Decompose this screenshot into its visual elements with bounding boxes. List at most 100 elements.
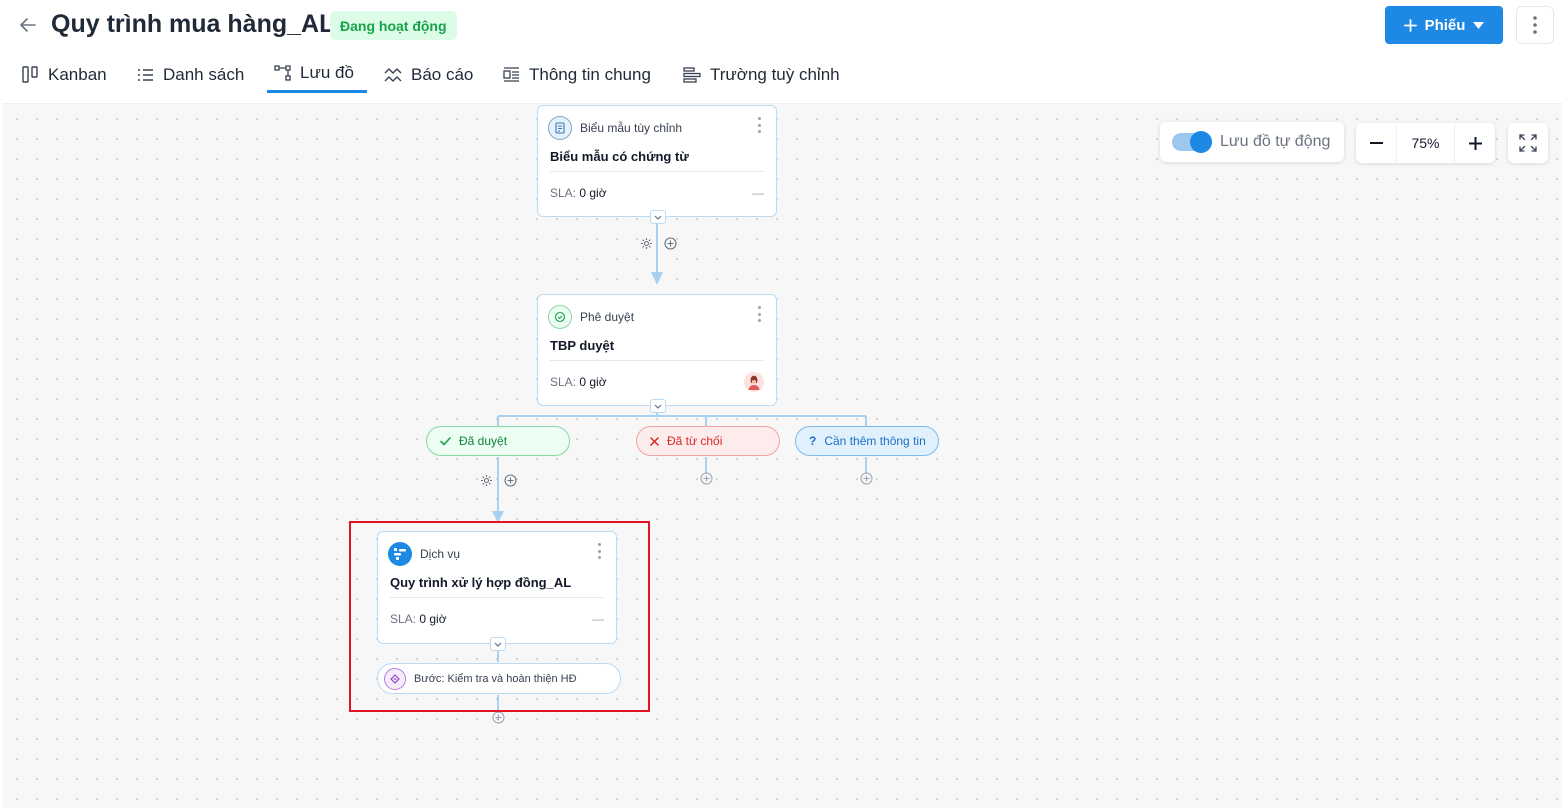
node-header: Dịch vụ xyxy=(388,542,460,566)
chevron-down-icon xyxy=(654,215,662,220)
node-approval[interactable]: Phê duyệt TBP duyệt SLA: 0 giờ xyxy=(537,294,777,413)
node-sla: SLA: 0 giờ xyxy=(550,375,607,389)
back-button[interactable] xyxy=(14,12,42,38)
tab-flowchart[interactable]: Lưu đồ xyxy=(267,56,367,93)
kanban-icon xyxy=(22,66,38,83)
question-icon: ? xyxy=(809,434,817,448)
plus-icon xyxy=(1403,18,1417,32)
tab-label: Danh sách xyxy=(163,64,245,84)
node-divider xyxy=(550,360,764,361)
node-sla: SLA: 0 giờ xyxy=(550,186,607,200)
branch-approved[interactable]: Đã duyệt xyxy=(426,426,570,456)
toggle-knob xyxy=(1190,131,1212,153)
report-icon xyxy=(384,67,402,82)
tab-kanban[interactable]: Kanban xyxy=(22,56,107,93)
add-step-button-rejected[interactable] xyxy=(698,470,714,486)
tab-label: Thông tin chung xyxy=(529,64,651,84)
vertical-dots-icon xyxy=(1533,16,1537,34)
zoom-level: 75% xyxy=(1396,123,1455,163)
tab-list[interactable]: Danh sách xyxy=(137,56,244,93)
collapse-toggle[interactable] xyxy=(490,637,506,651)
branch-label: Đã duyệt xyxy=(459,434,508,448)
flowchart-canvas[interactable]: Biểu mẫu tùy chỉnh Biểu mẫu có chứng từ … xyxy=(2,103,1562,808)
node-service[interactable]: Dịch vụ Quy trình xử lý hợp đồng_AL SLA:… xyxy=(377,531,617,651)
add-step-button[interactable] xyxy=(662,235,678,251)
branch-label: Cần thêm thông tin xyxy=(824,434,926,448)
collapse-toggle[interactable] xyxy=(650,210,666,224)
gear-icon xyxy=(640,237,652,249)
caret-down-icon xyxy=(1473,21,1485,29)
list-icon xyxy=(138,68,153,81)
close-icon xyxy=(650,436,659,446)
zoom-controls: 75% xyxy=(1356,123,1495,163)
node-type: Phê duyệt xyxy=(580,310,635,324)
node-name: Biểu mẫu có chứng từ xyxy=(550,149,689,164)
arrow-left-icon xyxy=(20,18,36,32)
plus-circle-icon xyxy=(492,711,504,723)
node-menu-button[interactable] xyxy=(752,115,766,135)
branch-need-info[interactable]: ? Cần thêm thông tin xyxy=(795,426,939,456)
minus-icon xyxy=(1369,142,1383,144)
fit-view-button[interactable] xyxy=(1508,123,1548,163)
node-menu-button[interactable] xyxy=(592,541,606,561)
approval-check-icon xyxy=(548,305,572,329)
node-name: TBP duyệt xyxy=(550,338,615,353)
plus-circle-icon xyxy=(860,472,872,484)
node-type: Dịch vụ xyxy=(420,547,461,561)
node-divider xyxy=(390,597,604,598)
node-type: Biểu mẫu tùy chỉnh xyxy=(580,121,683,135)
gear-icon xyxy=(480,474,492,486)
zoom-out-button[interactable] xyxy=(1356,123,1396,163)
node-settings-button[interactable] xyxy=(638,235,654,251)
view-tabs: Kanban Danh sách Lưu đồ Báo cáo Thông ti… xyxy=(0,56,1562,96)
plus-icon xyxy=(1468,136,1482,150)
tab-report[interactable]: Báo cáo xyxy=(384,56,473,93)
node-sla: SLA: 0 giờ xyxy=(390,612,447,626)
avatar[interactable] xyxy=(744,372,764,392)
collapse-toggle[interactable] xyxy=(650,399,666,413)
new-ticket-label: Phiếu xyxy=(1424,16,1466,34)
info-icon xyxy=(503,67,519,82)
tab-custom-fields[interactable]: Trường tuỳ chỉnh xyxy=(683,56,840,93)
chevron-down-icon xyxy=(654,404,662,409)
flowchart-icon xyxy=(274,65,291,81)
node-name: Quy trình xử lý hợp đồng_AL xyxy=(390,575,572,590)
plus-circle-icon xyxy=(503,473,517,487)
node-assignee: — xyxy=(752,186,764,200)
custom-fields-icon xyxy=(683,66,701,83)
tab-label: Lưu đồ xyxy=(300,63,354,82)
node-form[interactable]: Biểu mẫu tùy chỉnh Biểu mẫu có chứng từ … xyxy=(537,105,777,224)
flow-connectors xyxy=(492,224,867,713)
step-label: Bước: Kiểm tra và hoàn thiện HĐ xyxy=(414,672,577,685)
tab-general-info[interactable]: Thông tin chung xyxy=(503,56,651,93)
page-title: Quy trình mua hàng_AL xyxy=(51,10,335,38)
branch-settings-button[interactable] xyxy=(478,472,494,488)
add-step-button[interactable] xyxy=(502,472,518,488)
step-icon xyxy=(384,667,406,690)
service-step[interactable]: Bước: Kiểm tra và hoàn thiện HĐ xyxy=(377,663,621,694)
node-menu-button[interactable] xyxy=(752,304,766,324)
user-avatar-icon xyxy=(748,375,760,390)
tab-label: Kanban xyxy=(48,64,107,84)
add-step-button-need-info[interactable] xyxy=(858,470,874,486)
plus-circle-icon xyxy=(700,472,712,484)
add-step-button-service[interactable] xyxy=(490,709,506,725)
status-badge: Đang hoạt động xyxy=(330,11,457,40)
auto-flow-toggle[interactable] xyxy=(1172,131,1212,153)
branch-rejected[interactable]: Đã từ chối xyxy=(636,426,780,456)
more-options-button[interactable] xyxy=(1516,6,1554,44)
chevron-down-icon xyxy=(494,642,502,647)
check-icon xyxy=(440,436,451,446)
expand-icon xyxy=(1519,134,1537,152)
node-assignee: — xyxy=(592,612,604,626)
tab-label: Trường tuỳ chỉnh xyxy=(710,64,840,84)
node-divider xyxy=(550,171,764,172)
form-icon xyxy=(548,116,572,140)
node-header: Phê duyệt xyxy=(548,305,634,329)
service-icon xyxy=(388,542,412,566)
node-header: Biểu mẫu tùy chỉnh xyxy=(548,116,682,140)
zoom-in-button[interactable] xyxy=(1455,123,1495,163)
new-ticket-button[interactable]: Phiếu xyxy=(1385,6,1503,44)
plus-circle-icon xyxy=(663,236,677,250)
auto-flow-panel: Lưu đồ tự động xyxy=(1160,122,1344,162)
